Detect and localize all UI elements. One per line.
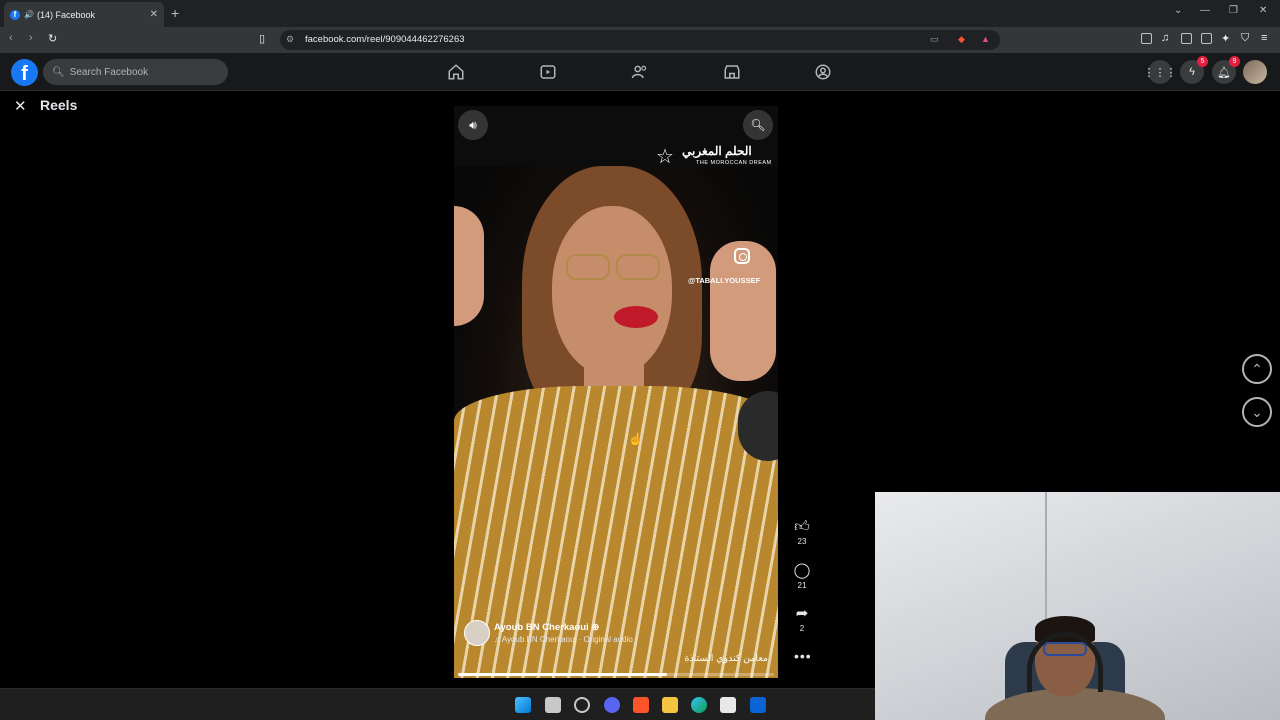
music-note-icon: ♫ — [494, 635, 500, 644]
forward-icon[interactable]: › — [29, 32, 33, 44]
leo-ai-icon[interactable]: ✦ — [1221, 32, 1230, 45]
new-tab-button[interactable]: + — [171, 5, 179, 21]
file-explorer-icon[interactable] — [662, 697, 678, 713]
video-progress-fill — [458, 673, 667, 676]
tab-title: (14) Facebook — [36, 9, 95, 20]
audio-label[interactable]: Ayoub BN Cherkaoui · Original audio — [502, 635, 633, 644]
chevron-up-icon: ⌃ — [1251, 360, 1263, 377]
like-button[interactable]: 👍︎ 23 — [790, 518, 814, 546]
discord-icon[interactable] — [604, 697, 620, 713]
mouse-cursor-icon: ☝ — [628, 432, 643, 446]
extensions-icon[interactable] — [1141, 33, 1152, 44]
gaming-icon[interactable] — [814, 63, 832, 81]
reel-author[interactable]: Ayoub BN Cherkaoui ⊕ ♫ Ayoub BN Cherkaou… — [464, 620, 633, 646]
minimize-button[interactable]: — — [1200, 5, 1210, 16]
author-avatar[interactable] — [464, 620, 490, 646]
video-subject-glasses-left — [566, 254, 610, 280]
bookmark-icon[interactable]: ▯ — [259, 32, 265, 45]
previous-reel-button[interactable]: ⌃ — [1242, 354, 1272, 384]
brave-browser-icon[interactable] — [633, 697, 649, 713]
share-icon: ➦ — [795, 605, 809, 622]
streamer-glasses — [1043, 642, 1087, 656]
instagram-handle: @TABALI.YOUSSEF — [688, 276, 761, 285]
video-subject-face — [552, 206, 672, 376]
like-count: 23 — [797, 537, 807, 546]
marketplace-icon[interactable] — [723, 63, 741, 81]
chevron-down-icon: ⌄ — [1251, 403, 1263, 420]
chrome-icon[interactable] — [574, 697, 590, 713]
tab-search-icon[interactable]: ⌄ — [1174, 5, 1182, 16]
facebook-logo-icon[interactable]: f — [11, 59, 38, 86]
menu-grid-icon[interactable]: ⋮⋮⋮ — [1144, 60, 1177, 84]
search-input[interactable]: 🔍︎ Search Facebook — [43, 59, 228, 85]
reel-video[interactable]: 🔊︎ 🔍︎ ☆ الحلم المغربي THE MOROCCAN DREAM… — [454, 106, 778, 678]
sound-toggle-icon[interactable]: 🔊︎ — [458, 110, 488, 140]
browser-tab-bar: f 🔊 (14) Facebook ✕ + ⌄ — ❐ ✕ — [0, 0, 1280, 27]
share-count: 2 — [799, 624, 805, 633]
messenger-badge: 5 — [1197, 56, 1208, 67]
instagram-icon — [734, 248, 750, 264]
comment-button[interactable]: ◯ 21 — [790, 561, 814, 590]
comment-icon: ◯ — [793, 562, 811, 579]
restore-button[interactable]: ❐ — [1229, 5, 1238, 16]
video-subject-hand-left — [454, 206, 484, 326]
site-info-icon[interactable]: ⚙ — [286, 34, 294, 45]
sidebar-icon[interactable] — [1181, 33, 1192, 44]
video-progress-bar[interactable] — [458, 673, 774, 676]
video-icon[interactable] — [539, 63, 557, 81]
media-icon[interactable]: ♫ — [1161, 32, 1169, 44]
cast-icon[interactable]: ▭ — [930, 34, 939, 45]
menu-icon[interactable]: ≡ — [1261, 32, 1267, 44]
browser-tab[interactable]: f 🔊 (14) Facebook ✕ — [4, 2, 164, 27]
facebook-header: f 🔍︎ Search Facebook ⋮⋮⋮ ϟ 5 🔔︎ 9 — [0, 53, 1280, 91]
windows-start-icon[interactable] — [515, 697, 531, 713]
profile-avatar[interactable] — [1243, 60, 1267, 84]
address-bar[interactable]: ⚙ facebook.com/reel/909044462276263 ▭ ◆ … — [280, 30, 1000, 50]
brave-shield-icon[interactable]: ◆ — [958, 34, 965, 45]
close-reels-icon[interactable]: ✕ — [14, 97, 27, 115]
next-reel-button[interactable]: ⌄ — [1242, 397, 1272, 427]
reels-title: Reels — [40, 97, 78, 113]
friends-icon[interactable] — [631, 63, 649, 81]
notifications-icon[interactable]: 🔔︎ 9 — [1212, 56, 1240, 84]
task-view-icon[interactable] — [545, 697, 561, 713]
thumbs-up-icon: 👍︎ — [794, 518, 810, 535]
store-icon[interactable] — [720, 697, 736, 713]
home-icon[interactable] — [447, 63, 465, 81]
share-button[interactable]: ➦ 2 — [790, 604, 814, 633]
watermark-arabic: الحلم المغربي — [682, 144, 752, 158]
facebook-favicon-icon: f — [10, 9, 20, 20]
reload-icon[interactable]: ↻ — [48, 32, 57, 45]
close-window-button[interactable]: ✕ — [1259, 5, 1267, 16]
vpn-icon[interactable]: ⛉ — [1241, 32, 1249, 45]
notifications-badge: 9 — [1229, 56, 1240, 67]
brave-rewards-icon[interactable]: ▲ — [981, 34, 990, 44]
watermark-english: THE MOROCCAN DREAM — [696, 160, 772, 166]
comment-count: 21 — [797, 581, 807, 590]
browser-toolbar: ‹ › ↻ ▯ ⚙ facebook.com/reel/909044462276… — [0, 27, 1280, 53]
windows-taskbar — [0, 688, 875, 720]
author-name[interactable]: Ayoub BN Cherkaoui — [494, 622, 589, 633]
close-tab-icon[interactable]: ✕ — [150, 9, 158, 20]
video-subject-lips — [614, 306, 658, 328]
more-options-icon[interactable]: ••• — [794, 648, 812, 664]
search-placeholder: Search Facebook — [69, 66, 149, 78]
edge-icon[interactable] — [691, 697, 707, 713]
star-icon: ☆ — [656, 146, 674, 168]
mail-icon[interactable] — [750, 697, 766, 713]
reel-caption: معامن كندوي الستاذة — [684, 653, 768, 664]
webcam-overlay — [875, 492, 1280, 720]
video-subject-glasses-right — [616, 254, 660, 280]
search-icon: 🔍︎ — [52, 66, 65, 78]
follow-icon[interactable]: ⊕ — [591, 622, 599, 633]
url-text[interactable]: facebook.com/reel/909044462276263 — [305, 34, 465, 45]
video-search-icon[interactable]: 🔍︎ — [743, 110, 773, 140]
wallet-icon[interactable] — [1201, 33, 1212, 44]
messenger-icon[interactable]: ϟ 5 — [1180, 56, 1208, 84]
back-icon[interactable]: ‹ — [9, 32, 13, 44]
speaker-icon[interactable]: 🔊 — [24, 10, 34, 19]
